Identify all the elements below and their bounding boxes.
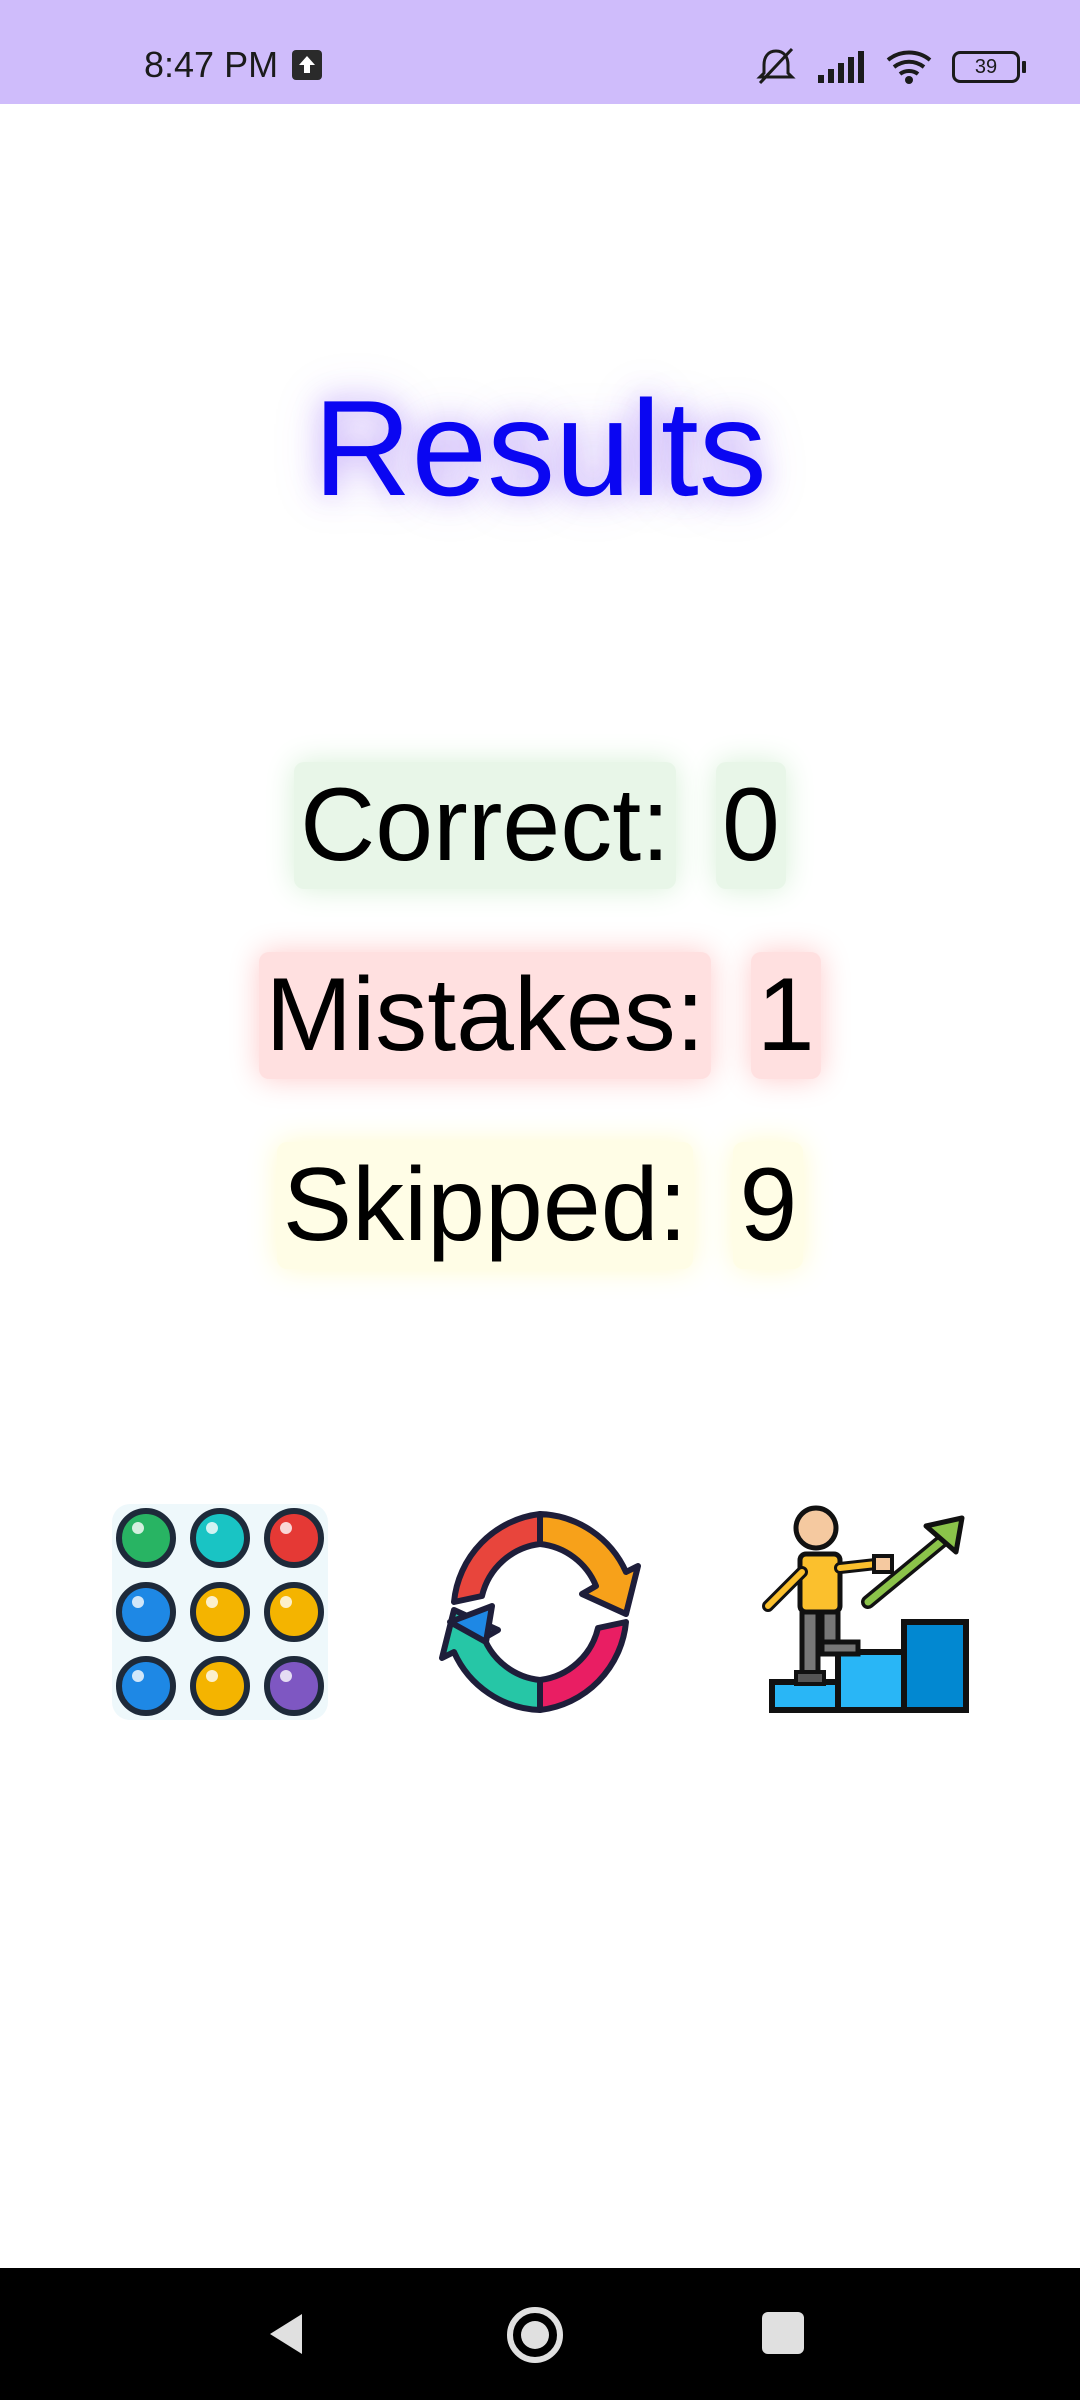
mistakes-value: 1 [750, 952, 821, 1079]
skipped-label: Skipped: [276, 1142, 694, 1269]
mistakes-label: Mistakes: [259, 952, 711, 1079]
progress-icon [762, 1505, 969, 1713]
results-title: Results [313, 372, 767, 524]
title-container: Results [0, 360, 1080, 536]
stat-mistakes: Mistakes: 1 [0, 952, 1080, 1079]
game-grid-button[interactable] [110, 1502, 330, 1722]
upload-icon [292, 50, 322, 80]
recents-icon[interactable] [762, 2312, 804, 2354]
correct-value: 0 [716, 762, 786, 889]
progress-button[interactable] [750, 1502, 970, 1722]
status-bar: 8:47 PM 39 [0, 0, 1080, 104]
wifi-icon [886, 50, 932, 84]
status-time: 8:47 PM [144, 44, 279, 85]
stat-skipped: Skipped: 9 [0, 1142, 1080, 1269]
game-grid-icon [112, 1504, 328, 1720]
skipped-value: 9 [733, 1142, 804, 1269]
correct-label: Correct: [294, 762, 676, 889]
restart-button[interactable] [430, 1502, 650, 1722]
back-icon[interactable] [262, 2310, 310, 2358]
mute-icon [756, 47, 796, 85]
home-icon[interactable] [506, 2306, 564, 2364]
navigation-bar [0, 2268, 1080, 2400]
stat-correct: Correct: 0 [0, 762, 1080, 889]
restart-icon [439, 1511, 641, 1713]
signal-icon [818, 51, 864, 83]
status-icons: 39 [754, 44, 1026, 90]
battery-icon: 39 [952, 51, 1026, 83]
